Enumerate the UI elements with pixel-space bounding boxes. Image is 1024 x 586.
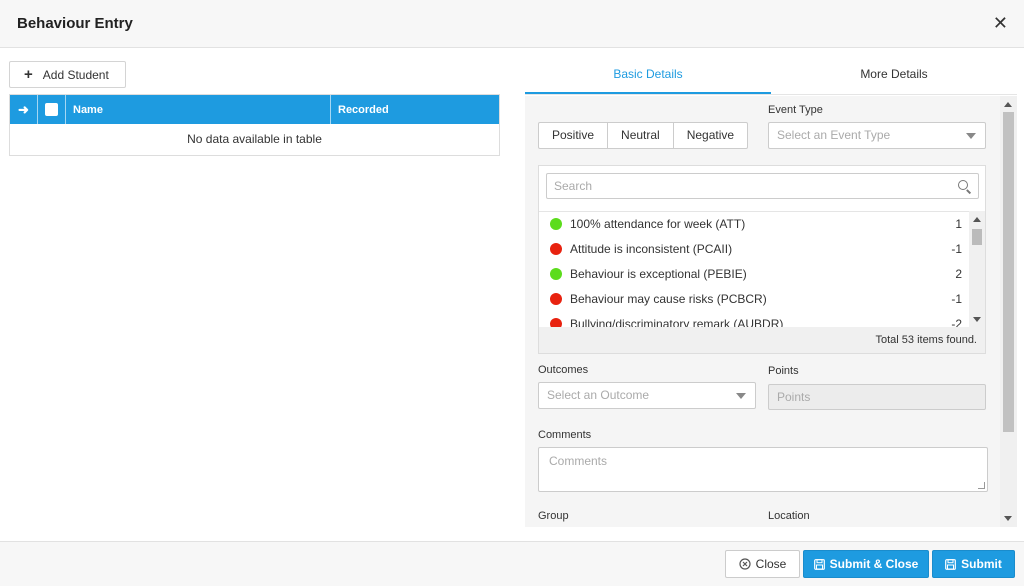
modal-header: Behaviour Entry ✕ xyxy=(0,0,1024,48)
list-item[interactable]: Attitude is inconsistent (PCAII) -1 xyxy=(539,237,969,262)
tab-more-details[interactable]: More Details xyxy=(771,55,1017,94)
event-points: 2 xyxy=(955,267,962,281)
negative-dot-icon xyxy=(550,243,562,255)
positive-dot-icon xyxy=(550,268,562,280)
scrollbar-thumb[interactable] xyxy=(1003,112,1014,432)
expand-arrow-icon[interactable]: ➜ xyxy=(10,95,38,124)
save-icon xyxy=(945,558,957,570)
chevron-down-icon xyxy=(736,393,746,399)
scroll-up-icon[interactable] xyxy=(1004,102,1012,107)
event-type-select[interactable]: Select an Event Type xyxy=(768,122,986,149)
type-negative-button[interactable]: Negative xyxy=(674,123,747,148)
event-type-placeholder: Select an Event Type xyxy=(777,128,891,142)
points-placeholder: Points xyxy=(777,390,811,404)
scroll-up-icon[interactable] xyxy=(973,217,981,222)
scroll-down-icon[interactable] xyxy=(973,317,981,322)
close-circle-icon xyxy=(739,558,751,570)
scroll-down-icon[interactable] xyxy=(1004,516,1012,521)
points-field: Points xyxy=(768,384,986,410)
list-item[interactable]: Behaviour is exceptional (PEBIE) 2 xyxy=(539,262,969,287)
list-item[interactable]: Bullying/discriminatory remark (AUBDR) -… xyxy=(539,312,969,328)
event-type-label: Event Type xyxy=(768,104,823,116)
group-label: Group xyxy=(538,510,569,522)
scrollbar-thumb[interactable] xyxy=(972,229,982,245)
event-points: -1 xyxy=(951,242,962,256)
search-placeholder: Search xyxy=(554,179,593,193)
select-all-checkbox[interactable] xyxy=(38,95,66,124)
event-name: Behaviour is exceptional (PEBIE) xyxy=(570,267,747,281)
comments-label: Comments xyxy=(538,429,592,441)
list-item[interactable]: Behaviour may cause risks (PCBCR) -1 xyxy=(539,287,969,312)
table-header: ➜ Name Recorded xyxy=(10,95,499,124)
event-name: Attitude is inconsistent (PCAII) xyxy=(570,242,733,256)
close-icon[interactable]: ✕ xyxy=(993,13,1008,33)
add-student-button[interactable]: + Add Student xyxy=(9,61,126,88)
positive-dot-icon xyxy=(550,218,562,230)
close-button[interactable]: Close xyxy=(725,550,800,578)
details-panel: Basic Details More Details Positive Neut… xyxy=(525,55,1017,527)
total-items-text: Total 53 items found. xyxy=(539,327,985,353)
outcome-select[interactable]: Select an Outcome xyxy=(538,382,756,409)
event-search-input[interactable]: Search xyxy=(546,173,979,199)
comments-placeholder: Comments xyxy=(549,454,608,468)
event-list-box: Search 100% attendance for week (ATT) 1 … xyxy=(538,165,986,354)
chevron-down-icon xyxy=(966,133,976,139)
checkbox-box xyxy=(45,103,58,116)
outcome-placeholder: Select an Outcome xyxy=(547,388,650,402)
empty-table-message: No data available in table xyxy=(187,132,322,146)
tab-bar: Basic Details More Details xyxy=(525,55,1017,95)
submit-button[interactable]: Submit xyxy=(932,550,1015,578)
save-icon xyxy=(813,558,825,570)
list-item[interactable]: 100% attendance for week (ATT) 1 xyxy=(539,212,969,237)
negative-dot-icon xyxy=(550,293,562,305)
column-header-name[interactable]: Name xyxy=(66,95,331,124)
submit-label: Submit xyxy=(961,557,1002,571)
panel-scrollbar[interactable] xyxy=(1000,96,1017,527)
type-positive-button[interactable]: Positive xyxy=(539,123,609,148)
event-points: -1 xyxy=(951,292,962,306)
event-points: -2 xyxy=(951,317,962,328)
search-icon[interactable] xyxy=(958,180,968,190)
event-points: 1 xyxy=(955,217,962,231)
student-table: ➜ Name Recorded No data available in tab… xyxy=(9,94,500,156)
modal-footer: Close Submit & Close Submit xyxy=(0,541,1024,586)
close-button-label: Close xyxy=(755,557,787,571)
points-label: Points xyxy=(768,365,799,377)
type-neutral-button[interactable]: Neutral xyxy=(608,123,674,148)
outcomes-label: Outcomes xyxy=(538,364,589,376)
plus-icon: + xyxy=(24,65,33,83)
tab-basic-details[interactable]: Basic Details xyxy=(525,55,771,94)
event-list: 100% attendance for week (ATT) 1 Attitud… xyxy=(539,211,985,328)
basic-details-form: Positive Neutral Negative Event Type Sel… xyxy=(525,96,1017,527)
event-name: Behaviour may cause risks (PCBCR) xyxy=(570,292,767,306)
resize-handle-icon[interactable] xyxy=(978,482,985,489)
modal-title: Behaviour Entry xyxy=(17,15,133,32)
behaviour-type-toggle: Positive Neutral Negative xyxy=(538,122,749,149)
comments-textarea[interactable]: Comments xyxy=(538,447,988,492)
submit-close-label: Submit & Close xyxy=(829,557,919,571)
event-list-scrollbar[interactable] xyxy=(969,211,985,328)
submit-close-button[interactable]: Submit & Close xyxy=(803,550,929,578)
column-header-recorded[interactable]: Recorded xyxy=(331,95,499,124)
add-student-label: Add Student xyxy=(42,67,109,82)
location-label: Location xyxy=(768,510,810,522)
event-name: 100% attendance for week (ATT) xyxy=(570,217,746,231)
